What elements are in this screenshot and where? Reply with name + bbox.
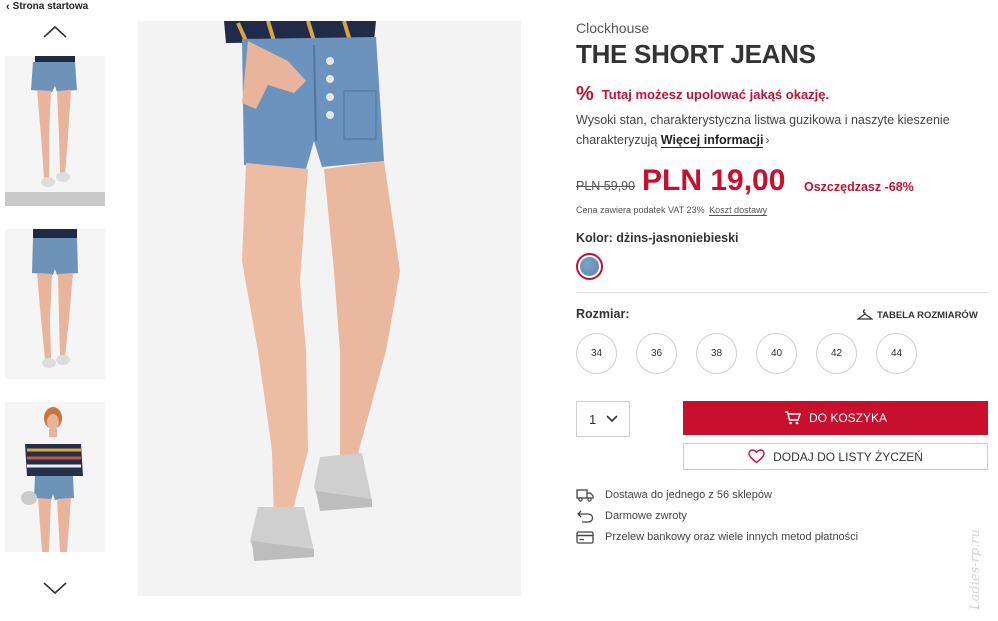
size-label: Rozmiar: [576, 307, 630, 321]
size-option-36[interactable]: 36 [636, 333, 677, 374]
current-price: PLN 19,00 [642, 164, 786, 197]
size-options: 34 36 38 40 42 44 [576, 333, 917, 374]
product-description: Wysoki stan, charakterystyczna listwa gu… [576, 110, 956, 150]
chevron-left-icon: ‹ [6, 0, 10, 13]
add-to-cart-button[interactable]: DO KOSZYKA [683, 401, 988, 435]
return-icon [577, 510, 594, 523]
size-option-40[interactable]: 40 [756, 333, 797, 374]
heart-icon [748, 449, 765, 464]
thumbnail-1-image [5, 56, 105, 206]
cart-icon [784, 411, 801, 425]
hanger-icon [857, 309, 873, 320]
card-icon [576, 531, 594, 544]
info-payment-text: Przelew bankowy oraz wiele innych metod … [605, 531, 859, 543]
savings-label: Oszczędzasz -68% [804, 180, 914, 194]
size-option-38[interactable]: 38 [696, 333, 737, 374]
info-delivery: Dostawa do jednego z 56 sklepów [576, 487, 772, 503]
breadcrumb-back-link[interactable]: ‹ Strona startowa [6, 1, 88, 12]
thumbnails-down-arrow-icon[interactable] [42, 580, 68, 596]
divider [576, 292, 988, 293]
promo-text: Tutaj możesz upolować jakąś okazję. [601, 86, 830, 102]
promo-banner: % Tutaj możesz upolować jakąś okazję. [576, 83, 830, 105]
add-to-wishlist-label: DODAJ DO LISTY ŻYCZEŃ [773, 449, 923, 464]
watermark: Ladies-rp.ru [968, 529, 983, 610]
thumbnail-2-image [5, 229, 105, 379]
size-option-34[interactable]: 34 [576, 333, 617, 374]
breadcrumb-label: Strona startowa [12, 1, 89, 12]
thumbnail-3-image [5, 402, 105, 552]
info-returns: Darmowe zwroty [576, 508, 687, 524]
size-table-link[interactable]: TABELA ROZMIARÓW [857, 309, 978, 321]
product-title: THE SHORT JEANS [576, 39, 816, 69]
size-table-label: TABELA ROZMIARÓW [877, 309, 978, 321]
main-product-image[interactable] [138, 21, 521, 596]
color-label: Kolor: dżins-jasnoniebieski [576, 231, 739, 245]
chevron-down-icon [606, 415, 618, 423]
vat-text: Cena zawiera podatek VAT 23% [576, 205, 705, 215]
shipping-cost-link[interactable]: Koszt dostawy [709, 205, 768, 216]
thumbnail-2[interactable] [5, 229, 105, 379]
product-photo [138, 21, 521, 596]
color-swatch-light-blue-denim[interactable] [576, 253, 603, 280]
old-price: PLN 59,90 [576, 179, 636, 193]
info-delivery-text: Dostawa do jednego z 56 sklepów [605, 489, 772, 501]
info-payment: Przelew bankowy oraz wiele innych metod … [576, 529, 858, 545]
thumbnail-3[interactable] [5, 402, 105, 552]
size-option-44[interactable]: 44 [876, 333, 917, 374]
more-info-link[interactable]: Więcej informacji [660, 133, 764, 148]
thumbnail-1[interactable] [5, 56, 105, 206]
percent-icon: % [576, 83, 594, 105]
swatch-fill [580, 257, 599, 276]
product-brand: Clockhouse [576, 20, 650, 36]
thumbnails-up-arrow-icon[interactable] [42, 24, 68, 40]
vat-note: Cena zawiera podatek VAT 23% Koszt dosta… [576, 205, 768, 216]
quantity-value: 1 [589, 411, 597, 427]
add-to-cart-label: DO KOSZYKA [808, 411, 888, 425]
quantity-select[interactable]: 1 [576, 401, 630, 437]
info-returns-text: Darmowe zwroty [605, 510, 687, 522]
add-to-wishlist-button[interactable]: DODAJ DO LISTY ŻYCZEŃ [683, 443, 988, 470]
chevron-right-icon: › [765, 133, 770, 147]
truck-icon [576, 489, 594, 502]
size-option-42[interactable]: 42 [816, 333, 857, 374]
